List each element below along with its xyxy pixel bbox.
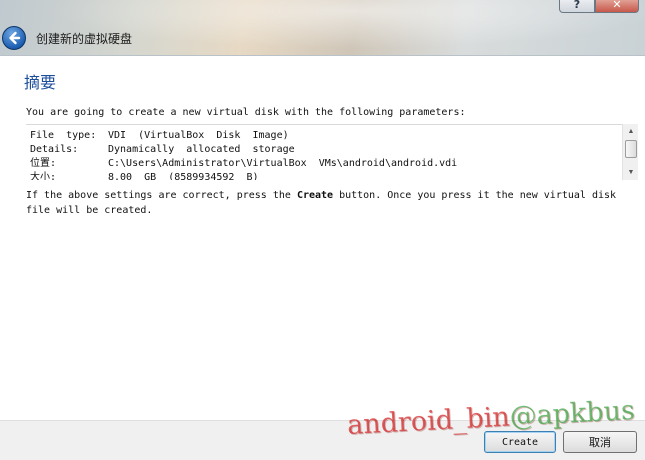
caption-buttons: ? ✕ (559, 0, 639, 13)
param-row-size: 大小: 8.00 GB (8589934592 B) (30, 171, 615, 180)
param-value: C:\Users\Administrator\VirtualBox VMs\an… (108, 158, 458, 169)
param-value: VDI (VirtualBox Disk Image) (108, 130, 289, 141)
aero-title-strip (0, 0, 645, 56)
param-value: 8.00 GB (8589934592 B) (108, 172, 259, 180)
cancel-button[interactable]: 取消 (563, 431, 637, 453)
parameters-textbox[interactable]: File type: VDI (VirtualBox Disk Image) D… (26, 124, 638, 180)
param-row-details: Details: Dynamically allocated storage (30, 143, 615, 157)
page-heading: 摘要 (24, 73, 57, 92)
back-button[interactable] (2, 26, 26, 50)
parameters-scrollbar[interactable]: ▲ ▼ (622, 124, 638, 180)
back-arrow-icon (9, 31, 21, 45)
notice-create-keyword: Create (296, 190, 334, 201)
param-row-file-type: File type: VDI (VirtualBox Disk Image) (30, 129, 615, 143)
param-row-location: 位置: C:\Users\Administrator\VirtualBox VM… (30, 157, 615, 171)
window-title: 创建新的虚拟硬盘 (36, 32, 133, 46)
param-key: 大小: (30, 172, 57, 180)
param-key: Details: (30, 144, 79, 155)
scroll-up-icon[interactable]: ▲ (623, 125, 639, 138)
param-key: File type: (30, 130, 97, 141)
confirmation-notice: If the above settings are correct, press… (26, 188, 626, 218)
parameters-list: File type: VDI (VirtualBox Disk Image) D… (30, 129, 615, 180)
param-value: Dynamically allocated storage (108, 144, 295, 155)
help-button[interactable]: ? (559, 0, 595, 13)
watermark-green-text: @apkbus (508, 394, 636, 433)
scroll-down-icon[interactable]: ▼ (623, 166, 639, 179)
scroll-thumb[interactable] (625, 140, 637, 158)
notice-text-before: If the above settings are correct, press… (26, 190, 297, 201)
param-key: 位置: (30, 158, 57, 169)
close-button[interactable]: ✕ (595, 0, 639, 13)
create-button[interactable]: Create (484, 431, 556, 453)
intro-text: You are going to create a new virtual di… (26, 107, 466, 118)
